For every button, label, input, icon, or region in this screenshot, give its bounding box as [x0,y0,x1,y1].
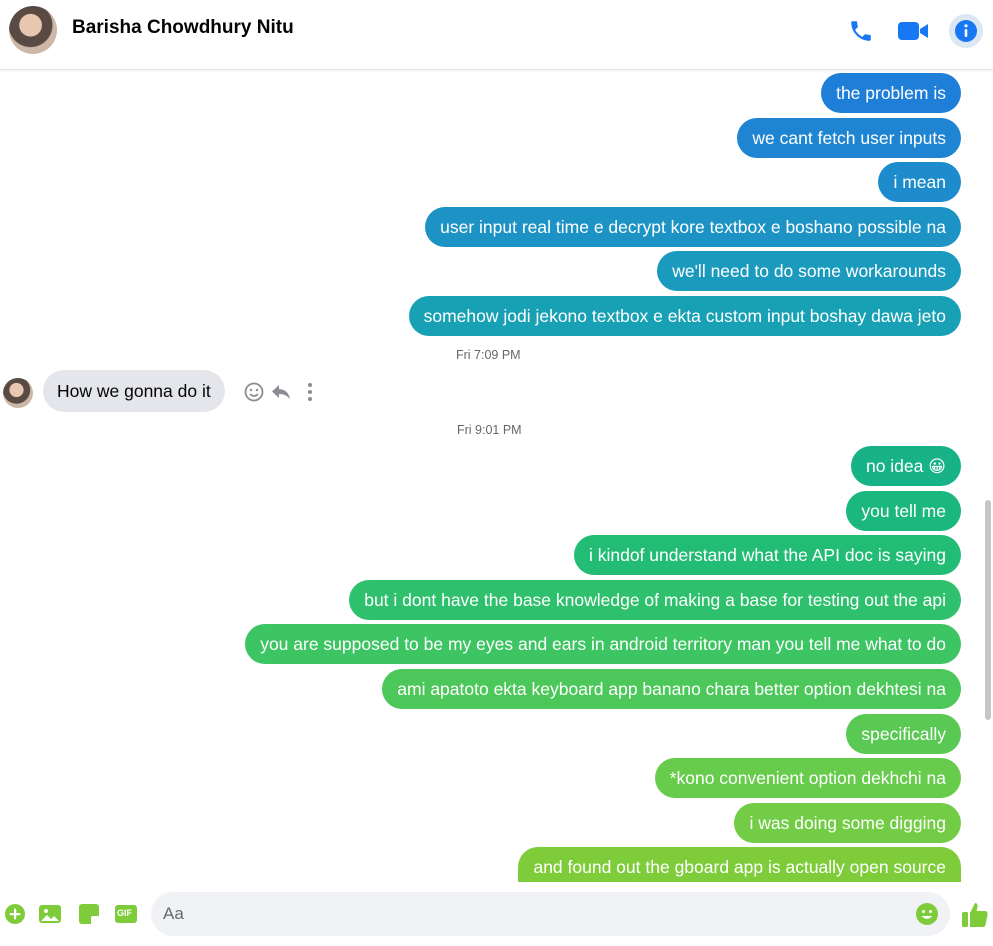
outgoing-message[interactable]: the problem is [821,73,961,113]
like-icon[interactable] [960,900,990,930]
outgoing-message[interactable]: you are supposed to be my eyes and ears … [245,624,961,664]
gif-icon[interactable]: GIF [114,902,138,926]
outgoing-message[interactable]: but i dont have the base knowledge of ma… [349,580,961,620]
message-text: no idea [865,456,924,476]
outgoing-message[interactable]: user input real time e decrypt kore text… [425,207,961,247]
outgoing-message[interactable]: you tell me [846,491,961,531]
more-options-icon[interactable] [299,381,321,403]
message-input[interactable] [163,892,903,936]
gif-label: GIF [117,908,132,918]
outgoing-message[interactable]: we cant fetch user inputs [737,118,961,158]
info-icon[interactable] [949,14,983,48]
outgoing-message[interactable]: i was doing some digging [734,803,961,843]
scrollbar[interactable] [983,70,993,882]
composer-bar: GIF [0,882,993,946]
conversation-header: Barisha Chowdhury Nitu [0,0,993,70]
contact-name[interactable]: Barisha Chowdhury Nitu [72,17,294,39]
grinning-emoji: 😀 [928,457,946,477]
video-camera-icon[interactable] [896,14,930,48]
outgoing-message[interactable]: and found out the gboard app is actually… [518,847,961,882]
reply-icon[interactable] [270,381,292,403]
message-input-container [151,892,950,936]
contact-avatar[interactable] [9,6,57,54]
message-timestamp: Fri 9:01 PM [457,423,522,437]
outgoing-message[interactable]: ami apatoto ekta keyboard app banano cha… [382,669,961,709]
emoji-icon[interactable] [915,902,939,926]
incoming-message[interactable]: How we gonna do it [43,370,225,412]
outgoing-message[interactable]: *kono convenient option dekhchi na [654,758,961,798]
phone-icon[interactable] [844,14,878,48]
outgoing-message[interactable]: specifically [846,714,961,754]
sticker-icon[interactable] [77,902,101,926]
sender-avatar[interactable] [3,378,33,408]
outgoing-message[interactable]: i kindof understand what the API doc is … [573,535,961,575]
message-timestamp: Fri 7:09 PM [456,348,521,362]
outgoing-message[interactable]: somehow jodi jekono textbox e ekta custo… [408,296,961,336]
image-icon[interactable] [38,902,62,926]
react-emoji-icon[interactable] [243,381,265,403]
outgoing-message[interactable]: no idea 😀 [850,446,961,486]
add-icon[interactable] [3,902,27,926]
scrollbar-thumb[interactable] [985,500,991,720]
outgoing-message[interactable]: i mean [878,162,961,202]
outgoing-message[interactable]: we'll need to do some workarounds [657,251,961,291]
